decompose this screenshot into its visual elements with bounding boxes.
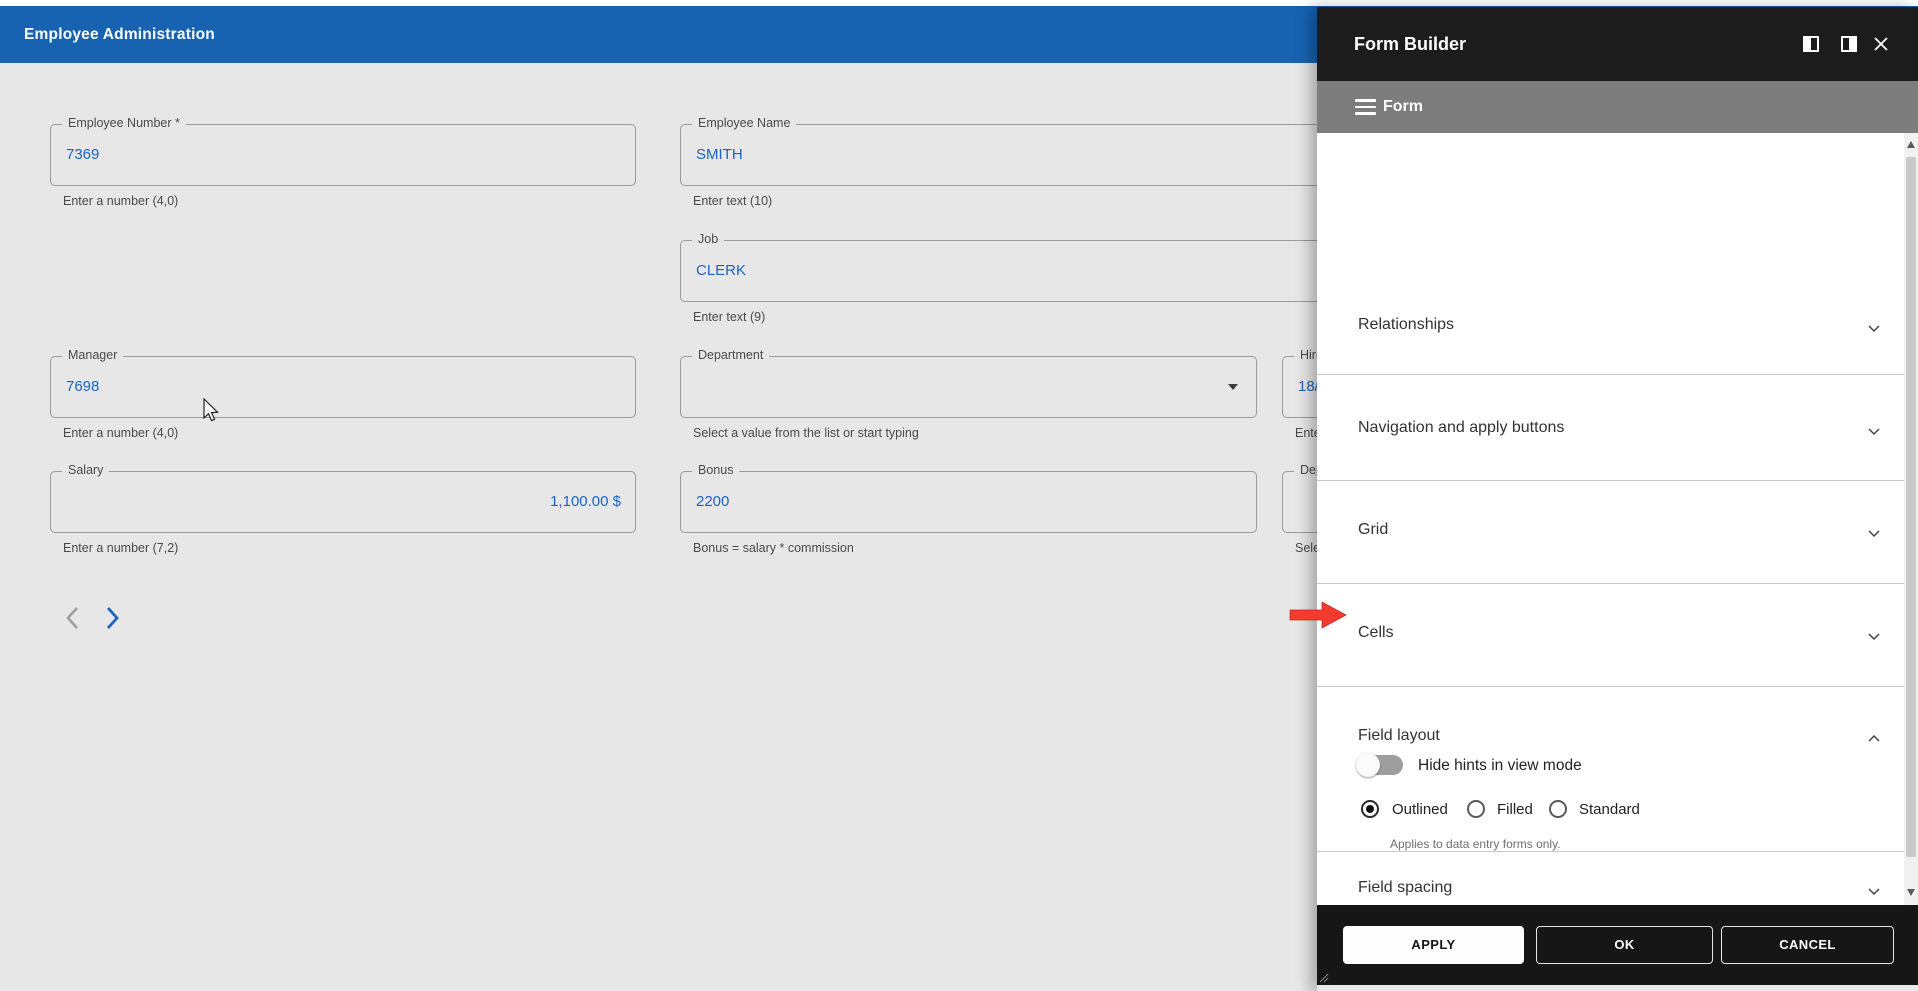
radio-standard-label: Standard <box>1579 801 1640 818</box>
emp-name-field[interactable]: Employee Name SMITH <box>680 116 1362 186</box>
form-menu-label: Form <box>1383 98 1423 115</box>
job-value: CLERK <box>696 262 747 279</box>
next-record-button[interactable] <box>100 604 124 632</box>
panel-bottom-strip <box>1317 985 1918 991</box>
manager-value: 7698 <box>66 378 100 395</box>
emp-name-hint: Enter text (10) <box>693 194 773 208</box>
section-divider <box>1317 374 1905 375</box>
dock-right-icon[interactable] <box>1841 36 1857 52</box>
panel-footer: APPLY OK CANCEL <box>1317 905 1918 985</box>
manager-field[interactable]: Manager 7698 <box>50 348 636 418</box>
dock-left-icon[interactable] <box>1803 36 1819 52</box>
manager-hint: Enter a number (4,0) <box>63 426 179 440</box>
form-menu-bar[interactable]: Form <box>1317 81 1918 133</box>
app-title: Employee Administration <box>24 26 215 43</box>
section-cells-label: Cells <box>1358 624 1394 641</box>
salary-hint: Enter a number (7,2) <box>63 541 179 555</box>
scrollbar-up-icon[interactable] <box>1907 141 1915 148</box>
chevron-down-icon[interactable] <box>1867 526 1881 540</box>
field-layout-hint: Applies to data entry forms only. <box>1390 837 1561 851</box>
bonus-hint: Bonus = salary * commission <box>693 541 854 555</box>
radio-outlined[interactable] <box>1361 800 1379 818</box>
emp-number-hint: Enter a number (4,0) <box>63 194 179 208</box>
department-hint: Select a value from the list or start ty… <box>693 426 919 440</box>
salary-value: 1,100.00 $ <box>550 493 621 510</box>
section-divider <box>1317 686 1905 687</box>
prev-record-button[interactable] <box>61 604 85 632</box>
chevron-down-icon[interactable] <box>1867 321 1881 335</box>
salary-field[interactable]: Salary 1,100.00 $ <box>50 463 636 533</box>
section-field-spacing-label: Field spacing <box>1358 879 1453 896</box>
section-divider <box>1317 851 1905 852</box>
chevron-down-icon[interactable] <box>1867 629 1881 643</box>
dropdown-caret-icon[interactable] <box>1228 384 1238 390</box>
close-icon[interactable] <box>1873 36 1889 52</box>
bonus-field[interactable]: Bonus 2200 <box>680 463 1257 533</box>
panel-title: Form Builder <box>1354 34 1467 54</box>
annotation-arrow-icon <box>1288 600 1350 630</box>
emp-name-value: SMITH <box>696 146 743 163</box>
apply-button[interactable]: APPLY <box>1343 926 1524 964</box>
emp-number-field[interactable]: Employee Number * 7369 <box>50 116 636 186</box>
hide-hints-toggle[interactable] <box>1356 753 1403 777</box>
scrollbar-down-icon[interactable] <box>1907 889 1915 896</box>
hire-date-value: 18/ <box>1298 378 1319 395</box>
job-hint: Enter text (9) <box>693 310 766 324</box>
section-relationships-label: Relationships <box>1358 316 1455 333</box>
section-grid-label: Grid <box>1358 521 1389 538</box>
chevron-left-icon <box>66 607 78 629</box>
chevron-down-icon[interactable] <box>1867 884 1881 898</box>
radio-filled[interactable] <box>1467 800 1485 818</box>
chevron-up-icon[interactable] <box>1867 732 1881 746</box>
hamburger-menu-icon[interactable] <box>1355 99 1376 115</box>
form-builder-panel: Form Builder Form Relationships Navigati… <box>1317 7 1918 991</box>
section-divider <box>1317 480 1905 481</box>
section-field-layout-label: Field layout <box>1358 727 1440 744</box>
department-field[interactable]: Department <box>680 348 1257 418</box>
scrollbar-thumb[interactable] <box>1906 157 1916 857</box>
section-navigation-label: Navigation and apply buttons <box>1358 419 1565 436</box>
hide-hints-toggle-label: Hide hints in view mode <box>1418 757 1582 774</box>
radio-outlined-label: Outlined <box>1392 801 1448 818</box>
cancel-button[interactable]: CANCEL <box>1721 926 1894 964</box>
emp-number-value: 7369 <box>66 146 100 163</box>
job-field[interactable]: Job CLERK <box>680 232 1362 302</box>
radio-filled-label: Filled <box>1497 801 1533 818</box>
section-divider <box>1317 583 1905 584</box>
chevron-right-icon <box>106 607 119 629</box>
chevron-down-icon[interactable] <box>1867 424 1881 438</box>
panel-body: Relationships Navigation and apply butto… <box>1317 133 1918 905</box>
salary-label: Salary <box>62 463 110 477</box>
mouse-cursor-icon <box>202 397 224 424</box>
department-label: Department <box>692 348 770 362</box>
bonus-value: 2200 <box>696 493 730 510</box>
radio-standard[interactable] <box>1549 800 1567 818</box>
panel-header: Form Builder <box>1317 7 1918 81</box>
resize-handle-icon[interactable] <box>1319 973 1329 983</box>
ok-button[interactable]: OK <box>1536 926 1713 964</box>
